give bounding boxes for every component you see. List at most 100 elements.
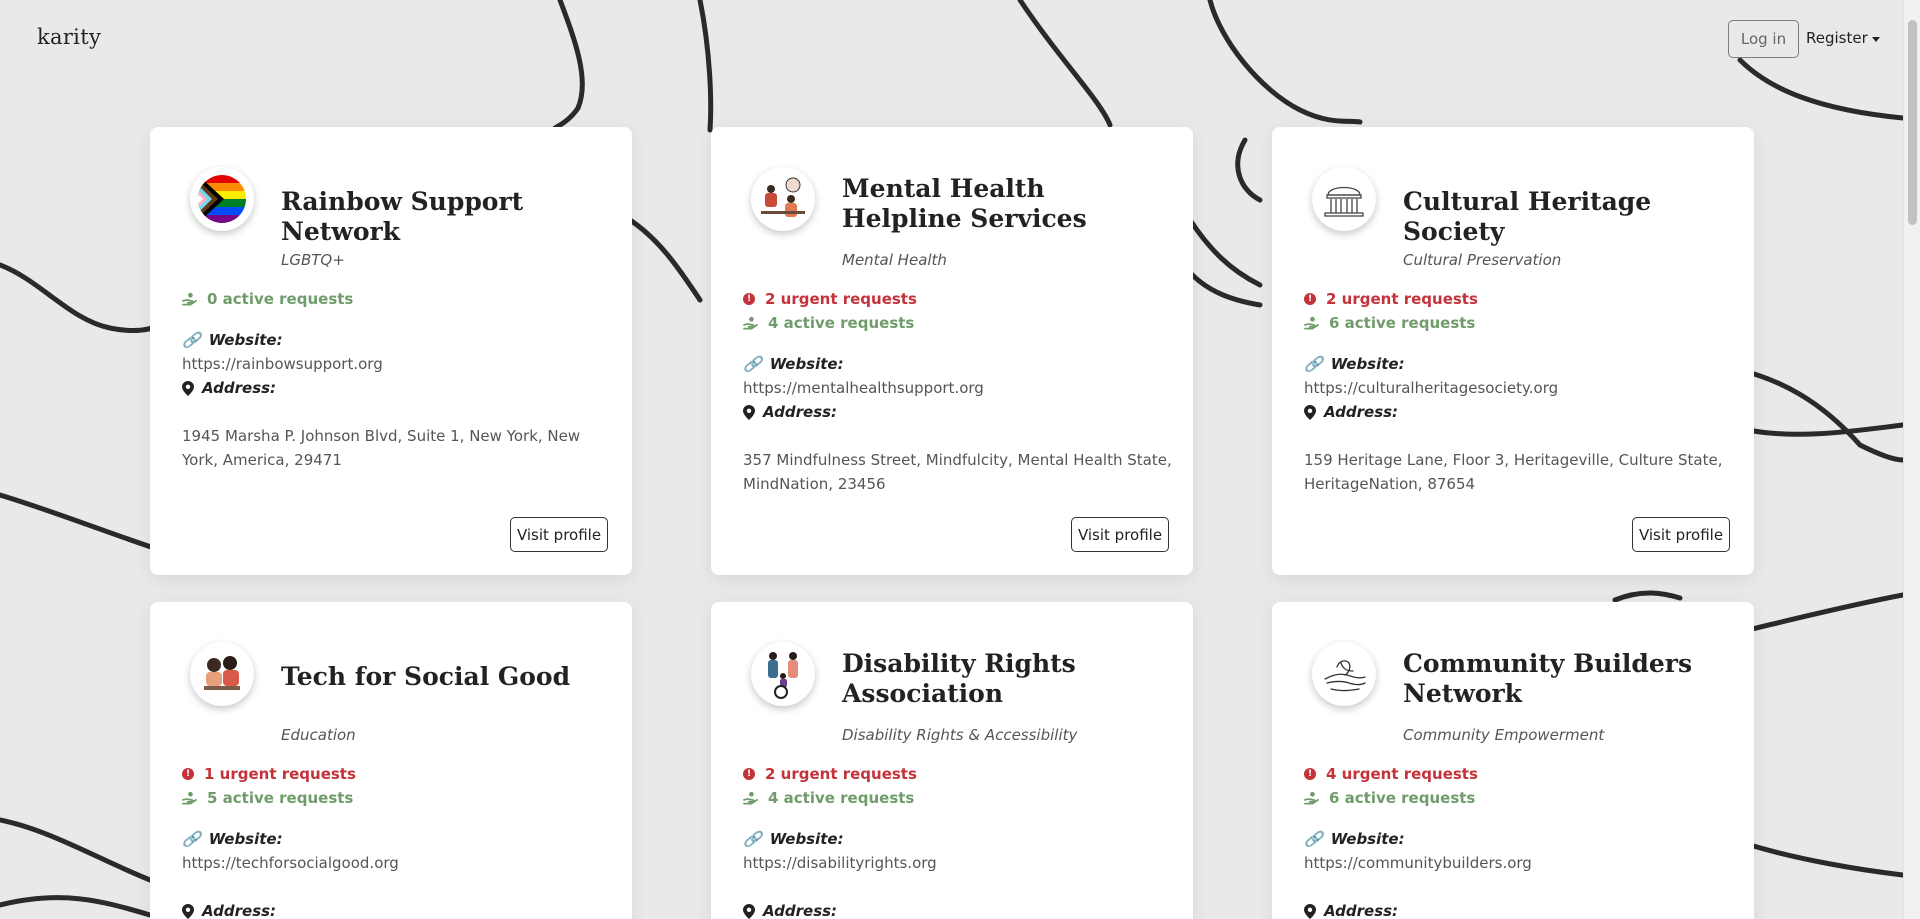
urgent-requests: ! 4 urgent requests (1304, 765, 1478, 783)
organization-category: Community Empowerment (1403, 726, 1605, 744)
website-label: 🔗 Website: (182, 331, 283, 349)
active-requests: 5 active requests (182, 789, 353, 807)
active-requests: 4 active requests (743, 789, 914, 807)
organization-category: Disability Rights & Accessibility (842, 726, 1078, 744)
chevron-down-icon (1871, 36, 1880, 42)
exclamation-circle-icon: ! (1304, 768, 1316, 780)
active-requests-text: 4 active requests (768, 314, 915, 332)
website-label: 🔗 Website: (182, 830, 283, 848)
map-pin-icon (182, 380, 194, 396)
urgent-requests-text: 1 urgent requests (204, 765, 356, 783)
exclamation-circle-icon: ! (743, 768, 755, 780)
address-label: Address: (1304, 403, 1398, 421)
hand-holding-heart-icon (182, 791, 197, 805)
organization-card: Mental Health Helpline Services Mental H… (711, 127, 1193, 575)
link-icon: 🔗 (743, 830, 762, 848)
website-label-text: Website: (769, 355, 844, 373)
address-label-text: Address: (763, 403, 838, 421)
website-label-text: Website: (1330, 355, 1405, 373)
visit-profile-button[interactable]: Visit profile (1632, 517, 1730, 552)
urgent-requests: ! 2 urgent requests (743, 765, 917, 783)
museum-building-icon (1312, 167, 1376, 231)
hand-holding-heart-icon (1304, 791, 1319, 805)
address-label: Address: (743, 403, 837, 421)
scrollbar-thumb[interactable] (1908, 20, 1917, 225)
organization-card: Cultural Heritage Society Cultural Prese… (1272, 127, 1754, 575)
organization-category: Education (281, 726, 356, 744)
active-requests-text: 6 active requests (1329, 314, 1476, 332)
active-requests: 0 active requests (182, 290, 353, 308)
website-link[interactable]: https://culturalheritagesociety.org (1304, 376, 1734, 400)
organization-title: Community Builders Network (1403, 649, 1693, 708)
address-label: Address: (743, 902, 837, 919)
hand-holding-heart-icon (743, 791, 758, 805)
hand-holding-heart-icon (1304, 316, 1319, 330)
active-requests-text: 5 active requests (207, 789, 354, 807)
urgent-requests-text: 2 urgent requests (1326, 290, 1478, 308)
website-label: 🔗 Website: (1304, 830, 1405, 848)
brand-logo[interactable]: karity (37, 25, 101, 49)
hand-holding-heart-icon (743, 316, 758, 330)
urgent-requests: ! 2 urgent requests (743, 290, 917, 308)
hand-holding-heart-icon (182, 292, 197, 306)
address-value: 357 Mindfulness Street, Mindfulcity, Men… (743, 451, 1172, 493)
organization-title: Mental Health Helpline Services (842, 174, 1087, 233)
organization-title: Rainbow Support Network (281, 187, 524, 246)
exclamation-circle-icon: ! (1304, 293, 1316, 305)
page-scrollbar[interactable] (1903, 0, 1920, 919)
organization-card: Community Builders Network Community Emp… (1272, 602, 1754, 919)
link-icon: 🔗 (743, 355, 762, 373)
link-icon: 🔗 (1304, 355, 1323, 373)
address-label: Address: (182, 902, 276, 919)
students-illustration-icon (190, 642, 254, 706)
active-requests-text: 6 active requests (1329, 789, 1476, 807)
website-label-text: Website: (208, 830, 283, 848)
login-button[interactable]: Log in (1728, 20, 1799, 58)
organization-title: Disability Rights Association (842, 649, 1076, 708)
urgent-requests: ! 2 urgent requests (1304, 290, 1478, 308)
address-label: Address: (1304, 902, 1398, 919)
register-dropdown[interactable]: Register (1806, 29, 1880, 47)
register-label: Register (1806, 29, 1868, 47)
website-label-text: Website: (1330, 830, 1405, 848)
active-requests: 4 active requests (743, 314, 914, 332)
website-link[interactable]: https://disabilityrights.org (743, 851, 1173, 875)
organization-card: Disability Rights Association Disability… (711, 602, 1193, 919)
address-value: 1945 Marsha P. Johnson Blvd, Suite 1, Ne… (182, 427, 581, 469)
exclamation-circle-icon: ! (182, 768, 194, 780)
website-link[interactable]: https://communitybuilders.org (1304, 851, 1734, 875)
active-requests-text: 0 active requests (207, 290, 354, 308)
visit-profile-button[interactable]: Visit profile (510, 517, 608, 552)
website-link[interactable]: https://mentalhealthsupport.org (743, 376, 1173, 400)
address-label-text: Address: (763, 902, 838, 919)
top-navbar: karity Log in Register (0, 0, 1903, 78)
map-pin-icon (182, 903, 194, 919)
active-requests-text: 4 active requests (768, 789, 915, 807)
urgent-requests: ! 1 urgent requests (182, 765, 356, 783)
website-link[interactable]: https://techforsocialgood.org (182, 851, 612, 875)
active-requests: 6 active requests (1304, 789, 1475, 807)
address-value: 159 Heritage Lane, Floor 3, Heritagevill… (1304, 451, 1723, 493)
map-pin-icon (743, 903, 755, 919)
progress-pride-flag-icon (190, 167, 254, 231)
exclamation-circle-icon: ! (743, 293, 755, 305)
link-icon: 🔗 (1304, 830, 1323, 848)
website-label-text: Website: (208, 331, 283, 349)
map-pin-icon (1304, 404, 1316, 420)
website-link[interactable]: https://rainbowsupport.org (182, 352, 612, 376)
address-label-text: Address: (202, 379, 277, 397)
counseling-illustration-icon (751, 167, 815, 231)
address-label-text: Address: (1324, 902, 1399, 919)
link-icon: 🔗 (182, 830, 201, 848)
visit-profile-button[interactable]: Visit profile (1071, 517, 1169, 552)
urgent-requests-text: 2 urgent requests (765, 290, 917, 308)
joined-hands-sketch-icon (1312, 642, 1376, 706)
urgent-requests-text: 2 urgent requests (765, 765, 917, 783)
website-label-text: Website: (769, 830, 844, 848)
organization-card: Tech for Social Good Education ! 1 urgen… (150, 602, 632, 919)
organization-title: Tech for Social Good (281, 662, 571, 691)
map-pin-icon (743, 404, 755, 420)
map-pin-icon (1304, 903, 1316, 919)
organization-category: LGBTQ+ (281, 251, 345, 269)
organization-title: Cultural Heritage Society (1403, 187, 1652, 246)
